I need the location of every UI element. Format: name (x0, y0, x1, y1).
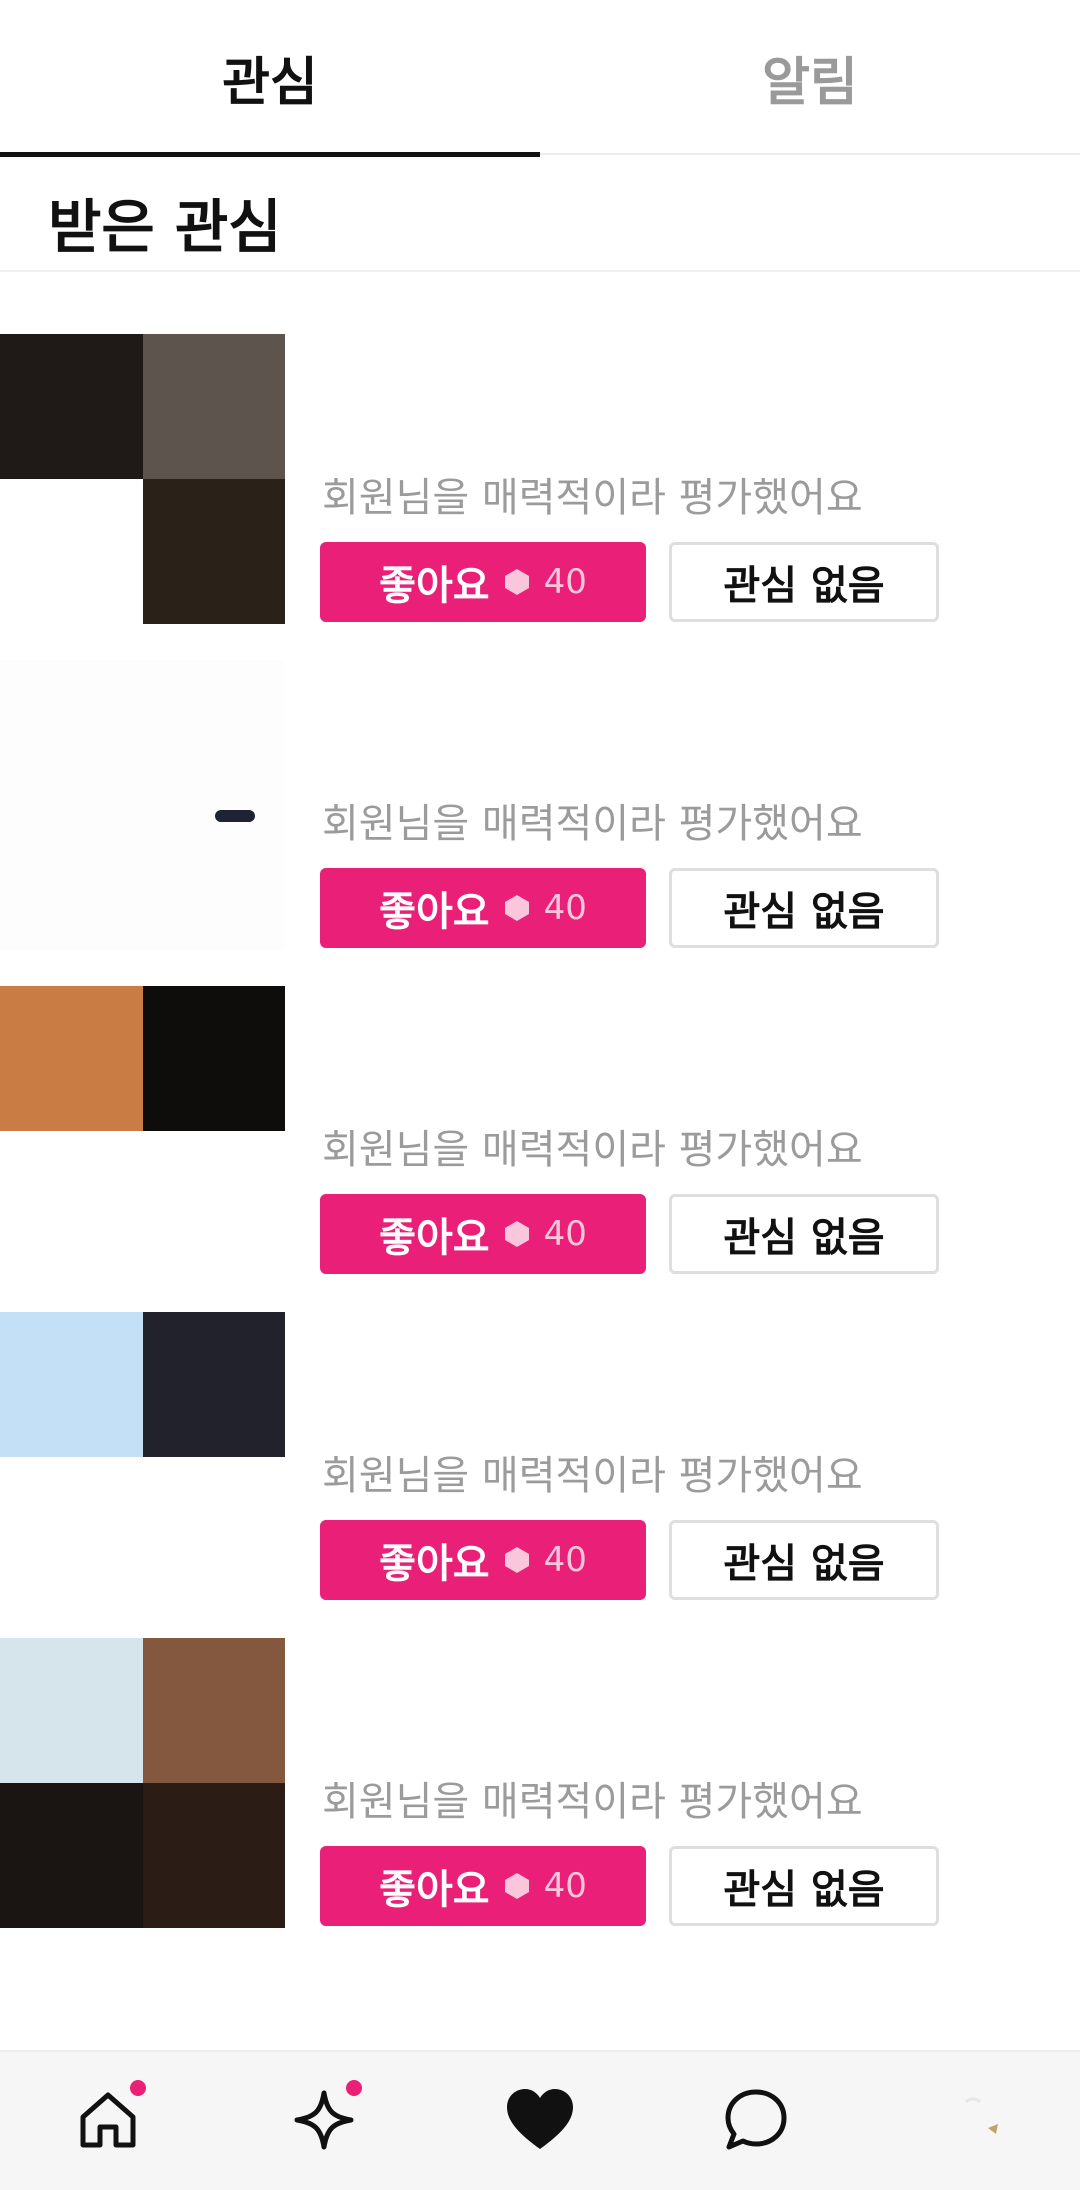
list-item: 회원님을 매력적이라 평가했어요 좋아요 40 관심 없음 (0, 974, 1080, 1300)
tab-notifications-label: 알림 (762, 53, 858, 113)
list-item: 회원님을 매력적이라 평가했어요 좋아요 40 관심 없음 (0, 1626, 1080, 1952)
like-cost: 40 (543, 888, 587, 928)
profile-avatar (938, 2086, 1006, 2154)
gem-icon (504, 895, 529, 921)
list-item: 회원님을 매력적이라 평가했어요 좋아요 40 관심 없음 (0, 1300, 1080, 1626)
like-cost: 40 (543, 562, 587, 602)
nav-sparkle[interactable] (284, 2080, 364, 2160)
chat-icon (725, 2089, 787, 2150)
like-button[interactable]: 좋아요 40 (320, 1194, 646, 1274)
not-interested-button[interactable]: 관심 없음 (669, 868, 939, 948)
home-icon (80, 2092, 136, 2148)
like-cost: 40 (543, 1540, 587, 1580)
list-item: 회원님을 매력적이라 평가했어요 좋아요 40 관심 없음 (0, 322, 1080, 648)
sparkle-icon (294, 2090, 354, 2150)
not-interested-button[interactable]: 관심 없음 (669, 1194, 939, 1274)
item-description: 회원님을 매력적이라 평가했어요 (322, 1779, 863, 1825)
like-button[interactable]: 좋아요 40 (320, 542, 646, 622)
received-interest-list: 회원님을 매력적이라 평가했어요 좋아요 40 관심 없음 회원님을 매력적이라… (0, 272, 1080, 2050)
section-title: 받은 관심 (48, 193, 282, 261)
not-interested-button[interactable]: 관심 없음 (669, 1520, 939, 1600)
list-item (0, 1952, 1080, 2050)
gem-icon (504, 1221, 529, 1247)
tab-interest-label: 관심 (222, 53, 318, 113)
gem-icon (504, 569, 529, 595)
tab-notifications[interactable]: 알림 (540, 0, 1080, 155)
item-description: 회원님을 매력적이라 평가했어요 (322, 1453, 863, 1499)
nav-chat[interactable] (716, 2080, 796, 2160)
item-description: 회원님을 매력적이라 평가했어요 (322, 1127, 863, 1173)
top-tab-bar: 관심 알림 (0, 0, 1080, 157)
profile-photo[interactable] (0, 986, 285, 1276)
like-cost: 40 (543, 1214, 587, 1254)
like-button[interactable]: 좋아요 40 (320, 1520, 646, 1600)
like-cost: 40 (543, 1866, 587, 1906)
bottom-nav (0, 2050, 1080, 2190)
not-interested-button[interactable]: 관심 없음 (669, 542, 939, 622)
tab-interest[interactable]: 관심 (0, 0, 540, 157)
item-description: 회원님을 매력적이라 평가했어요 (322, 801, 863, 847)
like-button-label: 좋아요 (379, 1215, 490, 1261)
not-interested-button[interactable]: 관심 없음 (669, 1846, 939, 1926)
profile-photo[interactable] (0, 1312, 285, 1602)
gem-icon (504, 1873, 529, 1899)
profile-photo[interactable] (0, 660, 285, 950)
item-description: 회원님을 매력적이라 평가했어요 (322, 475, 863, 521)
home-badge (130, 2080, 146, 2096)
like-button[interactable]: 좋아요 40 (320, 1846, 646, 1926)
profile-photo[interactable] (0, 334, 285, 624)
heart-icon (507, 2089, 573, 2149)
like-button[interactable]: 좋아요 40 (320, 868, 646, 948)
like-button-label: 좋아요 (379, 889, 490, 935)
nav-heart[interactable] (500, 2080, 580, 2160)
profile-photo[interactable] (0, 1964, 285, 2050)
list-item: 회원님을 매력적이라 평가했어요 좋아요 40 관심 없음 (0, 648, 1080, 974)
nav-home[interactable] (68, 2080, 148, 2160)
gem-icon (504, 1547, 529, 1573)
like-button-label: 좋아요 (379, 1541, 490, 1587)
nav-profile[interactable] (932, 2080, 1012, 2160)
like-button-label: 좋아요 (379, 563, 490, 609)
like-button-label: 좋아요 (379, 1867, 490, 1913)
profile-photo[interactable] (0, 1638, 285, 1928)
sparkle-badge (346, 2080, 362, 2096)
